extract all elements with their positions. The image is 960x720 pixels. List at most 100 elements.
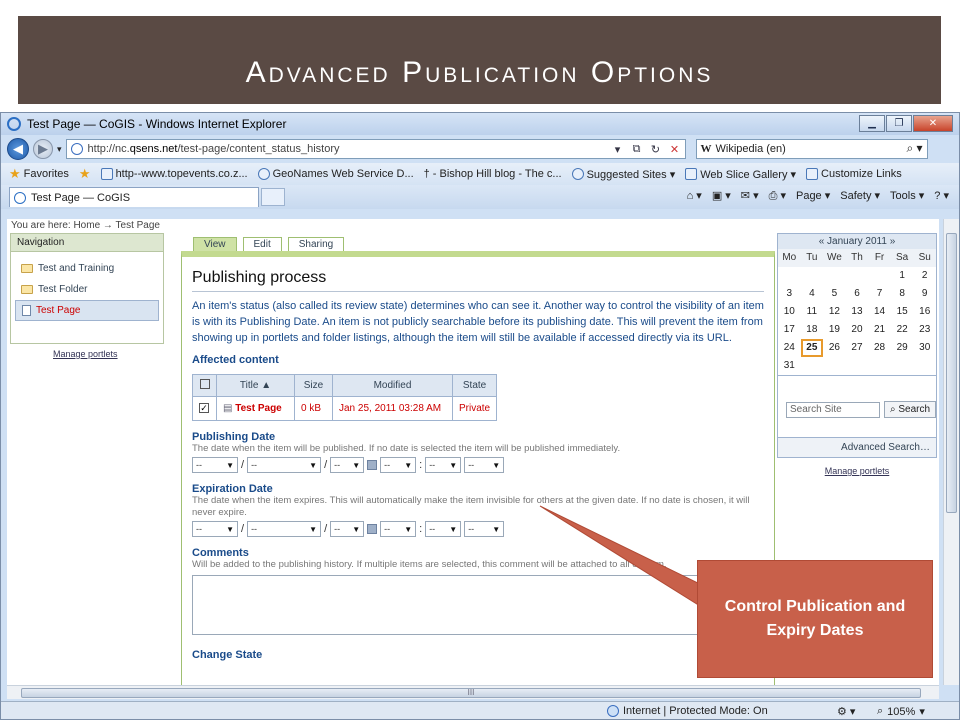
- recent-pages-dropdown[interactable]: ▾: [57, 144, 62, 155]
- nav-item-test-folder[interactable]: Test Folder: [15, 279, 159, 300]
- advanced-search-link[interactable]: Advanced Search…: [777, 438, 937, 458]
- calendar-day[interactable]: 8: [891, 285, 914, 303]
- minimize-button[interactable]: ▁: [859, 115, 885, 132]
- calendar-day[interactable]: 20: [846, 321, 869, 339]
- protected-mode-icon[interactable]: ⚙ ▾: [837, 705, 855, 718]
- comments-textarea[interactable]: [192, 575, 758, 635]
- calendar-month[interactable]: « January 2011 »: [778, 234, 936, 249]
- safety-menu[interactable]: Safety ▾: [840, 189, 880, 203]
- calendar-day[interactable]: 22: [891, 321, 914, 339]
- calendar-day[interactable]: 30: [913, 339, 936, 357]
- calendar-day[interactable]: 5: [823, 285, 846, 303]
- search-icon[interactable]: ⌕ ▾: [906, 141, 922, 156]
- fav-link-4[interactable]: Suggested Sites ▾: [571, 168, 675, 181]
- tab-edit[interactable]: Edit: [242, 237, 282, 251]
- calendar-day[interactable]: 13: [846, 303, 869, 321]
- pub-hour-select[interactable]: -- ▼: [380, 457, 417, 473]
- exp-minute-select[interactable]: -- ▼: [425, 521, 462, 537]
- calendar-day[interactable]: 28: [868, 339, 891, 357]
- calendar-day[interactable]: 1: [891, 267, 914, 285]
- row-title-link[interactable]: ▤ Test Page: [216, 396, 295, 421]
- stop-icon[interactable]: ✕: [667, 141, 683, 157]
- pub-day-select[interactable]: -- ▼: [330, 457, 365, 473]
- tab-view[interactable]: View: [193, 237, 237, 251]
- close-button[interactable]: ✕: [913, 115, 953, 132]
- vertical-scrollbar[interactable]: [943, 219, 959, 685]
- calendar-day[interactable]: 9: [913, 285, 936, 303]
- row-checkbox[interactable]: ✓: [199, 403, 209, 413]
- calendar-day[interactable]: 26: [823, 339, 846, 357]
- back-button[interactable]: ◀: [7, 138, 29, 160]
- calendar-day[interactable]: 19: [823, 321, 846, 339]
- new-tab-button[interactable]: [261, 188, 285, 206]
- zoom-control[interactable]: ⌕ 105% ▾: [877, 705, 925, 718]
- page-menu[interactable]: Page ▾: [796, 189, 830, 203]
- pub-minute-select[interactable]: -- ▼: [425, 457, 462, 473]
- col-title[interactable]: Title ▲: [216, 374, 295, 397]
- calendar-day[interactable]: 27: [846, 339, 869, 357]
- vertical-scroll-thumb[interactable]: [946, 233, 957, 513]
- mail-icon[interactable]: ✉ ▾: [741, 189, 759, 203]
- fav-link-5[interactable]: Web Slice Gallery ▾: [685, 168, 796, 181]
- compatibility-icon[interactable]: ⧉: [629, 141, 645, 157]
- tools-menu[interactable]: Tools ▾: [890, 189, 924, 203]
- calendar-day[interactable]: 15: [891, 303, 914, 321]
- exp-ampm-select[interactable]: -- ▼: [464, 521, 505, 537]
- calendar-day[interactable]: 23: [913, 321, 936, 339]
- exp-month-select[interactable]: -- ▼: [247, 521, 322, 537]
- calendar-day[interactable]: 16: [913, 303, 936, 321]
- search-site-input[interactable]: Search Site: [786, 402, 880, 418]
- calendar-day[interactable]: 2: [913, 267, 936, 285]
- forward-button[interactable]: ▶: [33, 139, 53, 159]
- nav-item-test-and-training[interactable]: Test and Training: [15, 258, 159, 279]
- calendar-day[interactable]: 18: [801, 321, 824, 339]
- select-all-checkbox[interactable]: [199, 379, 210, 389]
- calendar-day[interactable]: 7: [868, 285, 891, 303]
- nav-item-test-page[interactable]: Test Page: [15, 300, 159, 321]
- calendar-day[interactable]: 11: [801, 303, 824, 321]
- pub-month-select[interactable]: -- ▼: [247, 457, 322, 473]
- maximize-button[interactable]: ❐: [886, 115, 912, 132]
- calendar-day[interactable]: 17: [778, 321, 801, 339]
- browser-tab[interactable]: Test Page — CoGIS: [9, 187, 259, 207]
- home-icon[interactable]: ⌂ ▾: [687, 189, 702, 203]
- fav-link-1[interactable]: http--www.topevents.co.z...: [100, 168, 248, 180]
- calendar-day[interactable]: 6: [846, 285, 869, 303]
- col-state[interactable]: State: [451, 374, 498, 397]
- calendar-day[interactable]: 4: [801, 285, 824, 303]
- exp-day-select[interactable]: -- ▼: [330, 521, 365, 537]
- search-engine-box[interactable]: W Wikipedia (en) ⌕ ▾: [695, 139, 928, 159]
- horizontal-scrollbar[interactable]: III: [7, 685, 939, 699]
- calendar-icon[interactable]: [367, 460, 378, 470]
- favorites-button[interactable]: ★ Favorites: [9, 166, 69, 182]
- feeds-icon[interactable]: ▣ ▾: [712, 189, 731, 203]
- manage-portlets-link-left[interactable]: Manage portlets: [53, 349, 118, 359]
- security-zone[interactable]: Internet | Protected Mode: On: [607, 705, 768, 717]
- help-icon[interactable]: ? ▾: [934, 189, 949, 203]
- fav-link-2[interactable]: GeoNames Web Service D...: [257, 168, 414, 180]
- search-button[interactable]: ⌕ Search: [884, 401, 936, 418]
- calendar-day[interactable]: 12: [823, 303, 846, 321]
- refresh-icon[interactable]: ↻: [648, 141, 664, 157]
- address-bar[interactable]: http://nc.qsens.net/test-page/content_st…: [65, 139, 686, 159]
- fav-link-3[interactable]: † - Bishop Hill blog - The c...: [424, 168, 562, 180]
- calendar-day[interactable]: 25: [800, 339, 824, 357]
- horizontal-scroll-thumb[interactable]: III: [21, 688, 921, 698]
- fav-link-6[interactable]: Customize Links: [806, 168, 902, 180]
- address-dropdown-icon[interactable]: ▾: [610, 141, 626, 157]
- calendar-day[interactable]: 31: [778, 357, 801, 375]
- exp-hour-select[interactable]: -- ▼: [380, 521, 417, 537]
- pub-year-select[interactable]: -- ▼: [192, 457, 238, 473]
- calendar-day[interactable]: 21: [868, 321, 891, 339]
- manage-portlets-link-right[interactable]: Manage portlets: [777, 466, 937, 476]
- add-favorite-icon[interactable]: ★: [79, 166, 91, 182]
- calendar-day[interactable]: 10: [778, 303, 801, 321]
- calendar-day[interactable]: 29: [891, 339, 914, 357]
- calendar-day[interactable]: 3: [778, 285, 801, 303]
- tab-sharing[interactable]: Sharing: [287, 237, 345, 251]
- exp-year-select[interactable]: -- ▼: [192, 521, 238, 537]
- col-modified[interactable]: Modified: [332, 374, 453, 397]
- col-size[interactable]: Size: [294, 374, 333, 397]
- print-icon[interactable]: ⎙ ▾: [769, 189, 786, 203]
- calendar-day[interactable]: 24: [778, 339, 801, 357]
